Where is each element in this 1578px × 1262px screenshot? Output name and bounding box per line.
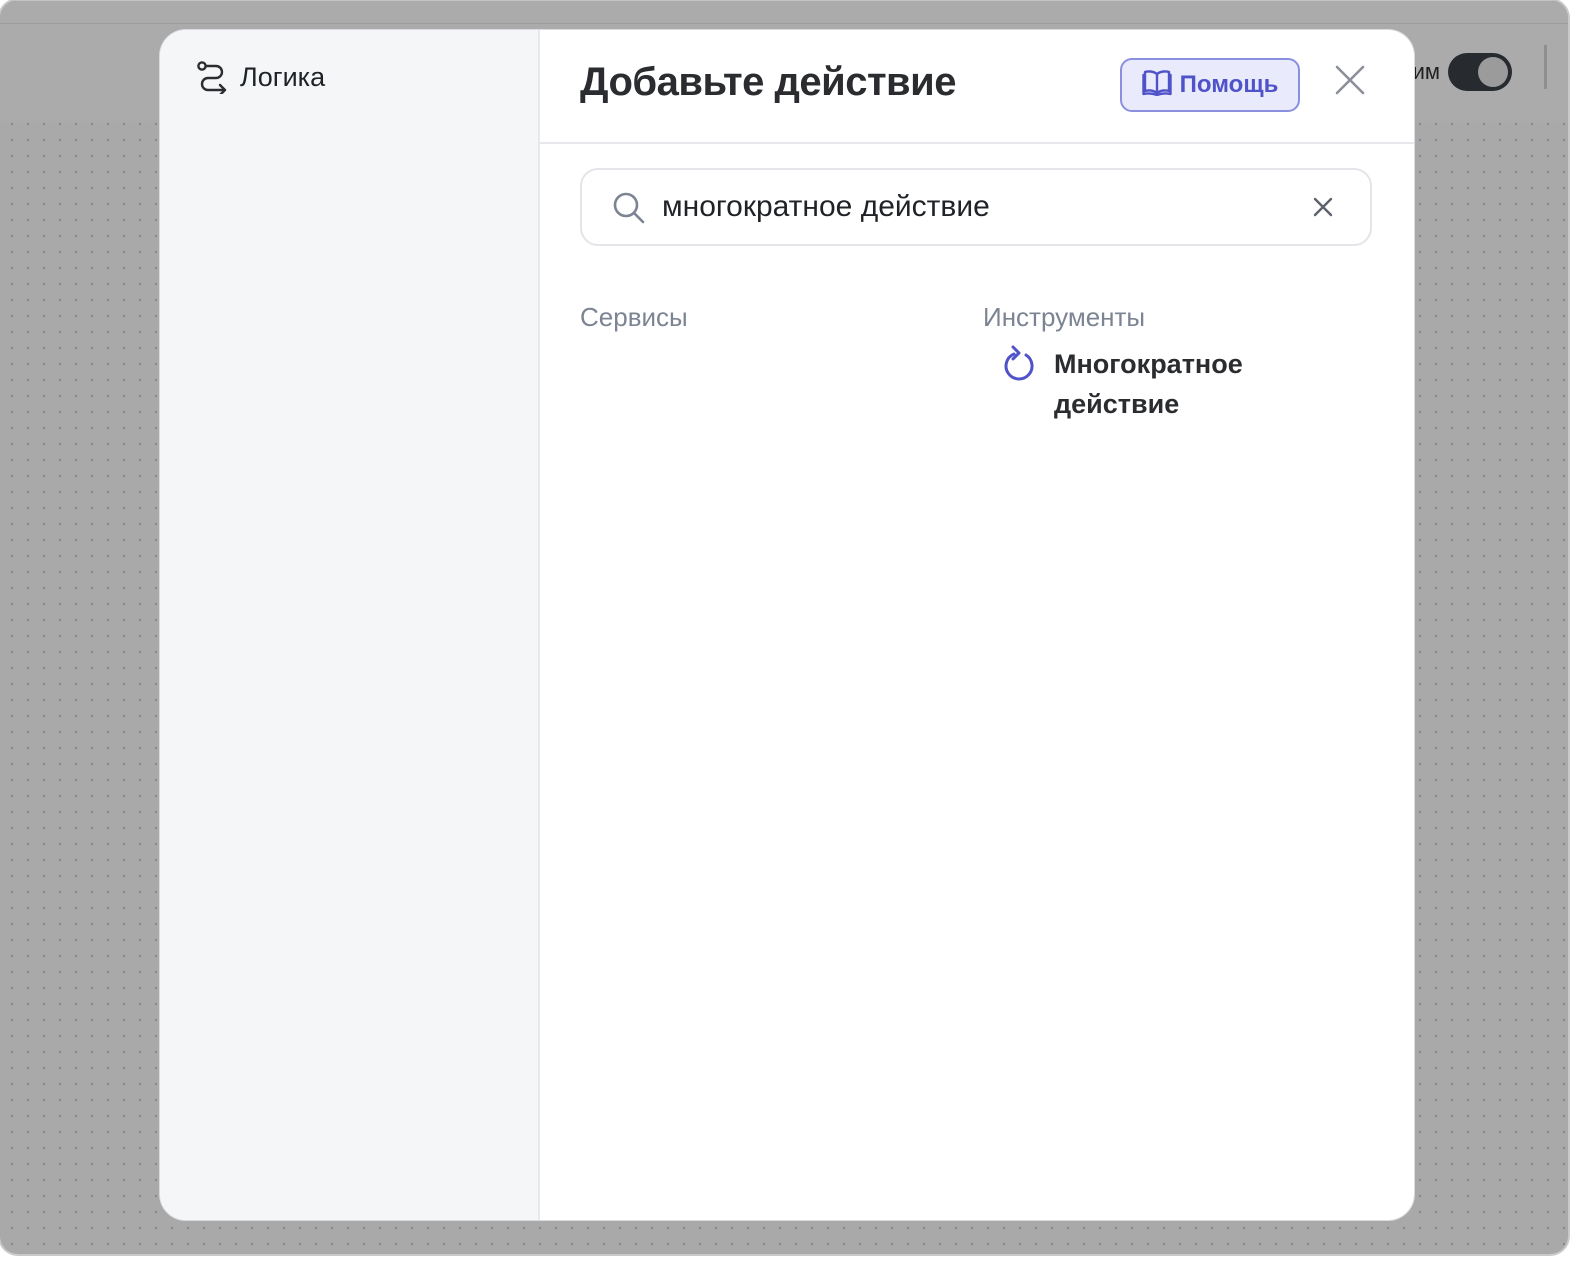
search-field <box>580 168 1372 246</box>
help-button-label: Помощь <box>1179 71 1279 98</box>
tool-item-repeat-action[interactable]: Многократное действие <box>1000 344 1320 424</box>
header-separator <box>1544 45 1547 89</box>
modal-main: Добавьте действие Помощь многократное де… <box>540 30 1414 1220</box>
app-window: им Логика Добавьте действие Помощь много… <box>0 0 1568 1254</box>
modal-title: Добавьте действие <box>580 60 956 104</box>
search-icon <box>612 191 646 230</box>
clear-search-button[interactable] <box>1310 194 1336 220</box>
add-action-modal: Логика Добавьте действие Помощь многокра… <box>160 30 1414 1220</box>
tools-heading: Инструменты <box>983 302 1146 332</box>
toggle-knob <box>1478 57 1508 87</box>
repeat-icon <box>1000 344 1038 384</box>
mode-toggle[interactable] <box>1448 53 1512 91</box>
tool-item-label: Многократное действие <box>1054 349 1243 419</box>
sidebar-item-label: Логика <box>240 61 326 92</box>
category-sidebar: Логика <box>160 30 540 1220</box>
close-icon <box>1334 64 1366 101</box>
book-open-icon <box>1141 68 1172 103</box>
services-heading: Сервисы <box>580 302 688 332</box>
route-icon <box>196 60 228 94</box>
help-button[interactable]: Помощь <box>1120 58 1300 112</box>
close-button[interactable] <box>1328 60 1372 104</box>
search-input[interactable] <box>662 182 1282 232</box>
clear-icon <box>1310 197 1336 224</box>
header-divider-line <box>0 23 1568 24</box>
sidebar-item-logic[interactable]: Логика <box>196 60 325 94</box>
modal-header: Добавьте действие Помощь <box>540 30 1414 144</box>
